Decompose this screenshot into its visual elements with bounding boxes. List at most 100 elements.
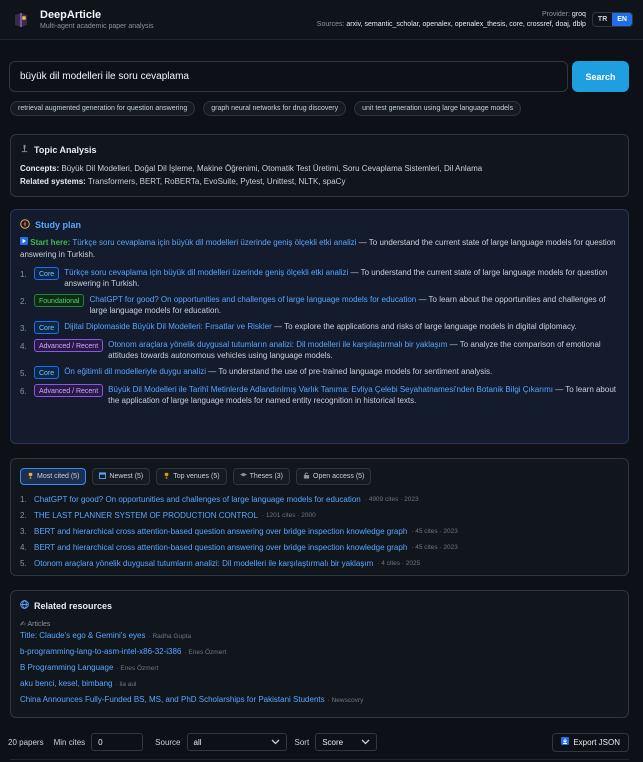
app-title: DeepArticle — [40, 9, 102, 21]
resource-author: · Newscovry — [327, 697, 364, 704]
search-input[interactable] — [9, 61, 568, 92]
plan-title-link[interactable]: Otonom araçlara yönelik duygusal tutumla… — [108, 340, 447, 349]
paper-title-link[interactable]: THE LAST PLANNER SYSTEM OF PRODUCTION CO… — [34, 508, 258, 524]
tab-label: Most cited (5) — [37, 473, 80, 480]
trophy-icon — [163, 472, 170, 481]
export-json-button[interactable]: Export JSON — [552, 732, 629, 752]
graduation-cap-icon — [239, 472, 247, 481]
systems-value: Transformers, BERT, RoBERTa, EvoSuite, P… — [87, 177, 346, 186]
paper-num: 5. — [20, 559, 27, 568]
resource-item: B Programming Language · Enes Özmert — [20, 660, 619, 676]
brand: DeepArticle Multi-agent academic paper a… — [40, 9, 154, 30]
start-title-link[interactable]: Türkçe soru cevaplama için büyük dil mod… — [72, 238, 356, 247]
lang-tr-button[interactable]: TR — [593, 13, 612, 26]
plan-title-link[interactable]: ChatGPT for good? On opportunities and c… — [89, 295, 416, 304]
suggestion-chip[interactable]: unit test generation using large languag… — [354, 101, 522, 116]
tab-most-cited[interactable]: Most cited (5) — [20, 468, 87, 485]
sort-value: Score — [322, 737, 344, 747]
tab-open-access[interactable]: Open access (5) — [296, 468, 372, 485]
suggestion-chips: retrieval augmented generation for quest… — [10, 101, 522, 116]
paper-row: 1. ChatGPT for good? On opportunities and… — [20, 492, 619, 508]
start-here: Start here: Türkçe soru cevaplama için b… — [20, 237, 619, 261]
related-title-text: Related resources — [34, 600, 113, 611]
plan-title-link[interactable]: Türkçe soru cevaplama için büyük dil mod… — [64, 268, 348, 277]
app-subtitle: Multi-agent academic paper analysis — [40, 23, 154, 30]
topic-analysis-panel: Topic Analysis Concepts: Büyük Dil Model… — [10, 134, 629, 197]
paper-meta: · 45 cites · 2023 — [411, 544, 458, 551]
resource-link[interactable]: China Announces Fully-Funded BS, MS, and… — [20, 695, 325, 704]
level-badge: Core — [34, 321, 60, 334]
concepts-value: Büyük Dil Modelleri, Doğal Dil İşleme, M… — [61, 164, 483, 173]
paper-title-link[interactable]: BERT and hierarchical cross attention-ba… — [34, 540, 407, 556]
search-button[interactable]: Search — [572, 61, 629, 92]
plan-item: 5. Core Ön eğitimli dil modelleriyle duy… — [20, 366, 619, 379]
plan-text: Türkçe soru cevaplama için büyük dil mod… — [64, 267, 619, 289]
divider — [10, 759, 629, 760]
resource-item: aku benci, kesel, bimbang · lia aul — [20, 676, 619, 692]
header-right: Provider: groq Sources: arxiv, semantic_… — [317, 10, 633, 30]
paper-num: 4. — [20, 543, 27, 552]
resource-link[interactable]: b-programming-lang-to-asm-intel-x86-32-i… — [20, 647, 181, 656]
plan-desc: — To understand the use of pre-trained l… — [206, 367, 493, 376]
papers-panel: Most cited (5) Newest (5) Top venues (5)… — [10, 458, 629, 576]
chevron-down-icon — [361, 738, 370, 747]
concepts-line: Concepts: Büyük Dil Modelleri, Doğal Dil… — [20, 162, 619, 175]
topic-title-text: Topic Analysis — [34, 144, 97, 155]
plan-title-link[interactable]: Ön eğitimli dil modelleriyle duygu anali… — [64, 367, 206, 376]
plan-item: 2. Foundational ChatGPT for good? On opp… — [20, 294, 619, 316]
plan-title-link[interactable]: Dijital Diplomaside Büyük Dil Modelleri:… — [64, 322, 272, 331]
level-badge: Core — [34, 366, 60, 379]
suggestion-chip[interactable]: retrieval augmented generation for quest… — [10, 101, 196, 116]
paper-tabs: Most cited (5) Newest (5) Top venues (5)… — [20, 468, 619, 485]
plan-num: 5. — [20, 369, 27, 378]
concepts-label: Concepts: — [20, 164, 60, 173]
sort-select[interactable]: Score — [315, 733, 378, 751]
plan-title-link[interactable]: Büyük Dil Modelleri ile Tarihî Metinlerd… — [108, 385, 553, 394]
section-label-text: Articles — [27, 621, 51, 628]
study-plan-title: Study plan — [20, 219, 619, 231]
paper-meta: · 4909 cites · 2023 — [364, 496, 419, 503]
source-select[interactable]: all — [186, 733, 287, 751]
paper-num: 1. — [20, 495, 27, 504]
paper-count: 20 papers — [8, 737, 44, 747]
paper-title-link[interactable]: ChatGPT for good? On opportunities and c… — [34, 492, 361, 508]
lang-en-button[interactable]: EN — [612, 13, 632, 26]
sources-value: arxiv, semantic_scholar, openalex, opena… — [346, 20, 586, 28]
sources-label: Sources: — [316, 20, 345, 28]
unlock-icon — [303, 472, 310, 481]
paper-title-link[interactable]: Otonom araçlara yönelik duygusal tutumla… — [34, 556, 373, 572]
paper-num: 2. — [20, 511, 27, 520]
plan-num: 2. — [20, 297, 27, 306]
resource-link[interactable]: Title: Claude's ego & Gemini's eyes — [20, 631, 145, 640]
min-cites-input[interactable] — [91, 733, 144, 751]
related-resources-panel: Related resources ✍ Articles Title: Clau… — [10, 590, 629, 718]
related-resources-title: Related resources — [20, 600, 619, 611]
tab-top-venues[interactable]: Top venues (5) — [156, 468, 227, 485]
paper-title-link[interactable]: BERT and hierarchical cross attention-ba… — [34, 524, 407, 540]
download-icon — [561, 737, 570, 747]
tab-newest[interactable]: Newest (5) — [92, 468, 151, 485]
resource-link[interactable]: B Programming Language — [20, 663, 113, 672]
paper-row: 4. BERT and hierarchical cross attention-… — [20, 540, 619, 556]
tab-label: Theses (3) — [249, 473, 284, 480]
plan-text: Otonom araçlara yönelik duygusal tutumla… — [108, 339, 619, 361]
chevron-down-icon — [271, 738, 280, 747]
paper-meta: · 1201 cites · 2000 — [261, 512, 316, 519]
compass-icon — [20, 219, 30, 231]
writing-hand-icon: ✍ — [20, 621, 26, 628]
suggestion-chip[interactable]: graph neural networks for drug discovery — [203, 101, 347, 116]
trophy-icon — [27, 472, 34, 481]
tab-theses[interactable]: Theses (3) — [232, 468, 291, 485]
paper-meta: · 4 cites · 2025 — [377, 560, 421, 567]
paper-row: 5. Otonom araçlara yönelik duygusal tutum… — [20, 556, 619, 572]
provider-label: Provider: — [541, 10, 570, 18]
resource-link[interactable]: aku benci, kesel, bimbang — [20, 679, 113, 688]
resource-author: · Enes Özmert — [116, 665, 159, 672]
tab-label: Newest (5) — [109, 473, 144, 480]
plan-text: Büyük Dil Modelleri ile Tarihî Metinlerd… — [108, 384, 619, 406]
paper-list: 1. ChatGPT for good? On opportunities and… — [20, 492, 619, 572]
provider-value: groq — [571, 10, 586, 18]
globe-icon — [20, 600, 29, 611]
plan-desc: — To explore the applications and risks … — [271, 322, 577, 331]
sort-label: Sort — [294, 737, 310, 747]
